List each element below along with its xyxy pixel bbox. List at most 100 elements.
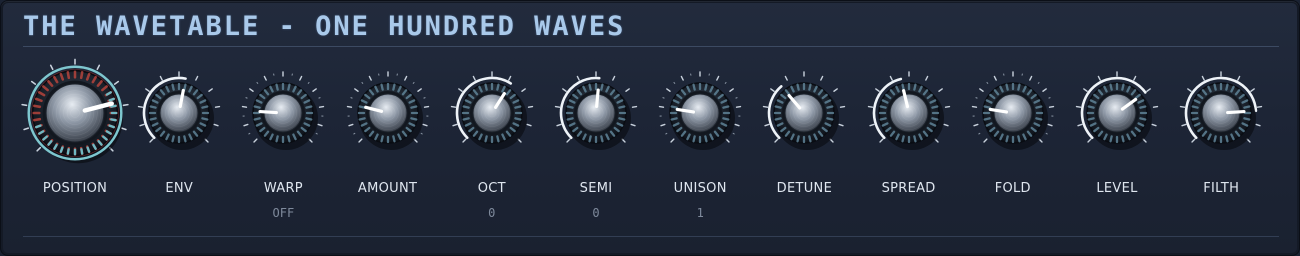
scale-tick [833, 88, 839, 92]
knurl-notch [171, 135, 175, 143]
knob-cap [1097, 93, 1137, 133]
scale-tick [1042, 88, 1047, 92]
scale-tick [159, 75, 164, 81]
panel-title: THE WAVETABLE - ONE HUNDRED WAVES [23, 11, 626, 42]
level-knob-icon[interactable] [1065, 61, 1169, 165]
scale-tick [1179, 105, 1186, 108]
knurl-notch [275, 135, 280, 143]
knurl-notch [1243, 117, 1251, 121]
scale-tick [1201, 75, 1206, 81]
scale-tick-minor [975, 97, 978, 99]
amount-knob-icon[interactable] [336, 61, 440, 165]
knurl-notch [670, 117, 678, 121]
scale-tick [1191, 138, 1196, 143]
scale-tick [36, 146, 42, 152]
knob-fold[interactable]: FOLD [961, 61, 1065, 231]
knurl-notch [66, 71, 71, 80]
scale-tick [838, 123, 845, 127]
knob-value-oct: 0 [488, 206, 496, 220]
knob-env[interactable]: ENV [127, 61, 231, 231]
scale-tick [734, 123, 740, 127]
knurl-notch [462, 117, 470, 121]
scale-tick-minor [986, 81, 989, 85]
knurl-notch [808, 83, 812, 91]
knurl-notch [171, 83, 175, 91]
scale-tick [462, 138, 467, 143]
scale-tick-minor [420, 132, 423, 135]
knob-spread[interactable]: SPREAD [857, 61, 961, 231]
knob-label-level: LEVEL [1096, 181, 1138, 196]
knurl-notch [305, 117, 313, 121]
knurl-notch [201, 117, 209, 121]
knurl-notch [358, 117, 366, 121]
scale-tick [526, 123, 532, 127]
knurl-notch [85, 72, 91, 81]
warp-knob-icon[interactable] [231, 61, 335, 165]
scale-tick [971, 105, 977, 108]
scale-tick [1077, 123, 1083, 127]
scale-tick-minor [422, 97, 426, 99]
fold-knob-icon[interactable] [961, 61, 1065, 165]
spread-knob-icon[interactable] [857, 61, 961, 165]
scale-tick [993, 75, 997, 81]
knob-label-spread: SPREAD [881, 181, 936, 196]
knurl-notch [35, 124, 42, 129]
scale-tick [1181, 123, 1187, 127]
knurl-notch [59, 146, 64, 153]
scale-tick [576, 75, 580, 81]
scale-tick [658, 105, 665, 108]
scale-tick [30, 80, 37, 85]
knurl-notch [108, 97, 115, 102]
knob-level[interactable]: LEVEL [1065, 61, 1169, 231]
detune-knob-icon[interactable] [752, 61, 856, 165]
scale-tick [764, 123, 770, 127]
knurl-notch [495, 83, 500, 91]
knob-detune[interactable]: DETUNE [752, 61, 856, 231]
scale-tick [145, 88, 150, 92]
knurl-notch [983, 117, 991, 121]
knob-position[interactable]: POSITION [21, 58, 129, 231]
knurl-notch [1005, 83, 1009, 91]
knurl-notch [1139, 105, 1147, 109]
scale-tick [317, 123, 324, 127]
knurl-notch [462, 105, 470, 109]
title-divider [23, 46, 1279, 47]
knob-unison[interactable]: UNISON 1 [648, 61, 752, 231]
knob-label-oct: OCT [477, 181, 506, 196]
scale-tick [1187, 88, 1192, 92]
knob-cap [680, 93, 720, 133]
scale-tick [521, 88, 526, 92]
knurl-notch [409, 117, 418, 121]
scale-tick-minor [248, 132, 251, 135]
scale-tick [878, 138, 884, 143]
semi-knob-icon[interactable] [544, 61, 648, 165]
filth-knob-icon[interactable] [1169, 61, 1273, 165]
knob-filth[interactable]: FILTH [1169, 61, 1273, 231]
knurl-notch [1191, 117, 1199, 121]
scale-tick [1097, 75, 1101, 81]
position-knob-icon[interactable] [17, 55, 133, 171]
scale-tick [96, 64, 101, 71]
knob-oct[interactable]: OCT 0 [440, 61, 544, 231]
knurl-notch [201, 105, 209, 109]
scale-tick-minor [978, 132, 981, 135]
knurl-notch [588, 135, 592, 143]
knob-row: POSITION ENV WARP OFF AMOUNT OCT 0 SEMI 0 UNISON 1… [21, 58, 1279, 231]
scale-tick-minor [315, 132, 319, 135]
knurl-notch [722, 105, 730, 109]
env-knob-icon[interactable] [127, 61, 231, 165]
scale-tick [527, 105, 533, 108]
scale-tick [670, 138, 675, 143]
knob-semi[interactable]: SEMI 0 [544, 61, 648, 231]
knurl-notch [149, 117, 157, 121]
unison-knob-icon[interactable] [648, 61, 752, 165]
scale-tick-minor [662, 97, 665, 99]
knob-value-unison: 1 [696, 206, 704, 220]
knob-value-warp: OFF [272, 206, 295, 220]
knurl-notch [600, 83, 604, 91]
knob-warp[interactable]: WARP OFF [231, 61, 335, 231]
oct-knob-icon[interactable] [440, 61, 544, 165]
scale-tick [924, 75, 928, 81]
knurl-notch [358, 105, 366, 109]
knob-amount[interactable]: AMOUNT [336, 61, 440, 231]
